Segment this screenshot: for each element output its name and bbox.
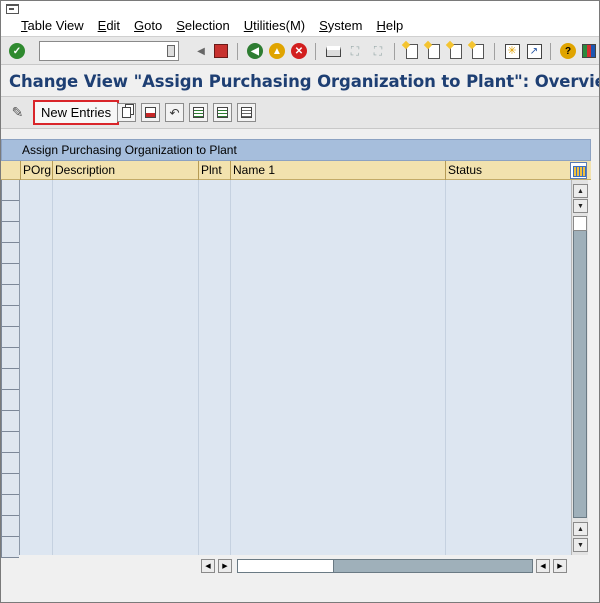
scroll-right-icon[interactable]: ▶ [218, 559, 232, 573]
column-header-name1[interactable]: Name 1 [230, 161, 445, 180]
row-selector[interactable] [1, 222, 19, 243]
row-selector[interactable] [1, 432, 19, 453]
row-selector[interactable] [1, 369, 19, 390]
menu-help[interactable]: Help [376, 18, 403, 33]
scrollbar-track[interactable] [237, 559, 533, 573]
row-selector[interactable] [1, 516, 19, 537]
menu-table-view[interactable]: Table View [21, 18, 84, 33]
find-next-icon[interactable]: ⛶ [369, 42, 387, 60]
row-selector[interactable] [1, 180, 19, 201]
cancel-icon[interactable]: ✕ [290, 42, 308, 60]
row-selector[interactable] [1, 306, 19, 327]
table-control: Assign Purchasing Organization to Plant … [1, 139, 591, 581]
scroll-down-icon[interactable]: ▼ [573, 538, 588, 552]
vertical-scrollbar[interactable]: ▲ ▼ ▲ ▼ [571, 180, 588, 555]
column-header-porg[interactable]: POrg [20, 161, 52, 180]
menu-system[interactable]: System [319, 18, 362, 33]
scroll-up-icon[interactable]: ▼ [573, 199, 588, 213]
first-page-icon[interactable] [403, 42, 421, 60]
display-change-icon[interactable]: ✎ [8, 103, 27, 122]
scroll-left-icon[interactable]: ◀ [201, 559, 215, 573]
column-header-status[interactable]: Status [445, 161, 570, 180]
scroll-up-icon[interactable]: ▲ [573, 184, 588, 198]
menu-hotkey: H [376, 18, 386, 33]
select-block-icon[interactable] [213, 103, 232, 122]
layout-icon[interactable] [580, 42, 598, 60]
shortcut-icon[interactable]: ↗ [525, 42, 543, 60]
menu-hotkey: S [319, 18, 328, 33]
table-settings-icon[interactable] [570, 162, 587, 179]
menu-label: election [184, 18, 230, 33]
scrollbar-track[interactable] [573, 216, 587, 518]
enter-icon[interactable]: ✓ [8, 42, 26, 60]
table-title: Assign Purchasing Organization to Plant [1, 139, 591, 161]
table-header: POrg Description Plnt Name 1 Status [1, 161, 591, 180]
collapse-arrow-icon[interactable]: ◀ [192, 42, 210, 60]
row-selector[interactable] [1, 243, 19, 264]
create-session-icon[interactable]: ✳ [503, 42, 521, 60]
scroll-up-icon[interactable]: ▲ [573, 522, 588, 536]
find-icon[interactable]: ⛶ [346, 42, 364, 60]
menu-hotkey: G [134, 18, 145, 33]
application-toolbar: ✎ New Entries ↶ [1, 97, 599, 129]
row-selector[interactable] [1, 348, 19, 369]
column-header-plnt[interactable]: Plnt [198, 161, 230, 180]
row-selector[interactable] [1, 327, 19, 348]
row-selector[interactable] [1, 390, 19, 411]
page-title: Change View "Assign Purchasing Organizat… [9, 72, 600, 91]
exit-icon[interactable]: ▲ [268, 42, 286, 60]
row-selector[interactable] [1, 411, 19, 432]
row-selector[interactable] [1, 285, 19, 306]
menu-hotkey: U [243, 18, 254, 33]
scroll-left-icon[interactable]: ◀ [536, 559, 550, 573]
scrollbar-thumb[interactable] [238, 560, 334, 572]
menu-label: dit [106, 18, 121, 33]
standard-toolbar: ✓ ◀ ◀ ▲ ✕ ⛶ ⛶ ✳ ↗ ? [1, 36, 599, 65]
row-selector[interactable] [1, 537, 19, 558]
menu-label: able View [27, 18, 84, 33]
deselect-all-icon[interactable] [237, 103, 256, 122]
row-selector[interactable] [1, 474, 19, 495]
next-page-icon[interactable] [447, 42, 465, 60]
menu-utilities[interactable]: Utilities(M) [244, 18, 305, 33]
sap-window: Table View Edit Goto Selection Utilities… [0, 0, 600, 603]
last-page-icon[interactable] [469, 42, 487, 60]
help-icon[interactable]: ? [559, 42, 577, 60]
column-header-description[interactable]: Description [52, 161, 198, 180]
row-selector[interactable] [1, 201, 19, 222]
horizontal-scrollbar[interactable]: ◀ ▶ ◀ ▶ [201, 559, 571, 574]
scroll-right-icon[interactable]: ▶ [553, 559, 567, 573]
copy-as-icon[interactable] [117, 103, 136, 122]
command-field[interactable] [39, 41, 179, 61]
menu-bar: Table View Edit Goto Selection Utilities… [1, 1, 599, 36]
command-dropdown-icon[interactable] [167, 45, 175, 57]
undo-change-icon[interactable]: ↶ [165, 103, 184, 122]
save-icon[interactable] [212, 42, 230, 60]
new-entries-button[interactable]: New Entries [33, 100, 120, 125]
row-selector[interactable] [1, 495, 19, 516]
menu-hotkey: S [176, 18, 185, 33]
previous-page-icon[interactable] [425, 42, 443, 60]
menu-edit[interactable]: Edit [98, 18, 120, 33]
system-menu-icon[interactable] [6, 4, 19, 14]
scrollbar-thumb[interactable] [573, 216, 587, 231]
table-body [20, 180, 571, 555]
menu-label: ystem [327, 18, 363, 33]
delete-icon[interactable] [141, 103, 160, 122]
row-selector[interactable] [1, 453, 19, 474]
back-icon[interactable]: ◀ [246, 42, 264, 60]
select-all-icon[interactable] [189, 103, 208, 122]
menu-hotkey: E [97, 18, 107, 33]
row-selector[interactable] [1, 264, 19, 285]
print-icon[interactable] [324, 42, 342, 60]
row-selector-column [1, 180, 20, 558]
menu-label: elp [385, 18, 404, 33]
menu-label: oto [144, 18, 163, 33]
menu-goto[interactable]: Goto [134, 18, 162, 33]
menu-items: Table View Edit Goto Selection Utilities… [21, 18, 417, 33]
menu-label: tilities(M) [253, 18, 306, 33]
menu-selection[interactable]: Selection [176, 18, 229, 33]
